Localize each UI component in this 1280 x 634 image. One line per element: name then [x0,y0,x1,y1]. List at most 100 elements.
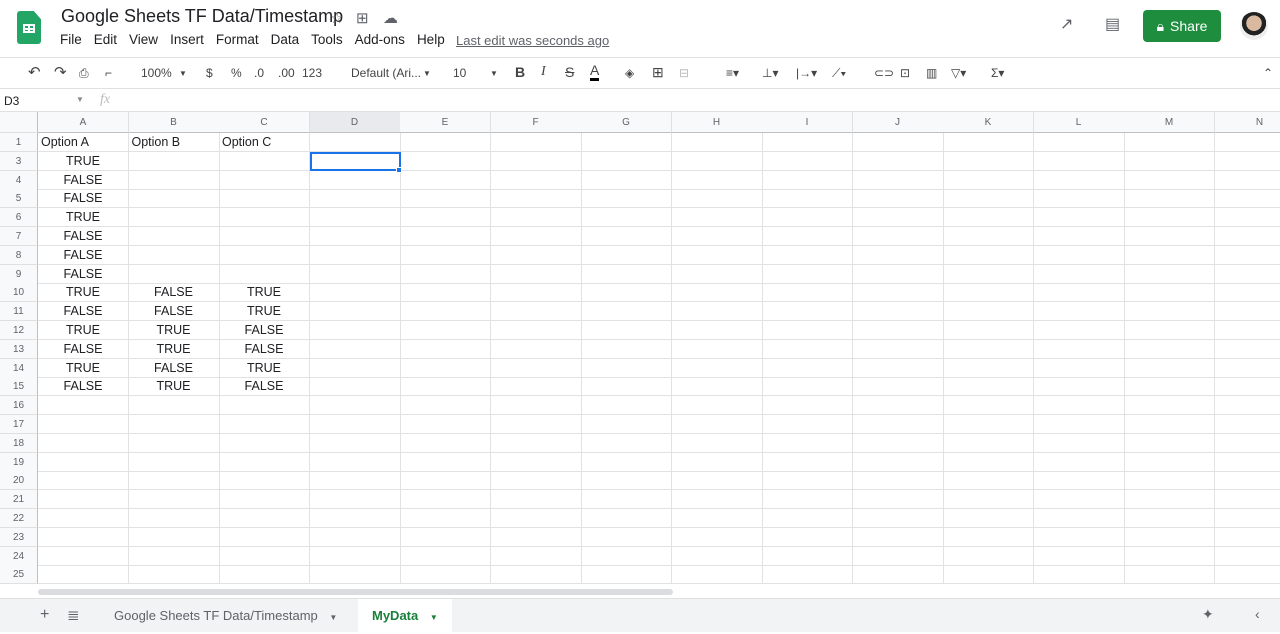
cell[interactable] [1124,490,1215,509]
cell[interactable] [1124,171,1215,190]
cell[interactable] [1034,434,1125,453]
cell[interactable] [129,565,220,584]
row-header[interactable]: 3 [0,152,38,171]
cell[interactable] [943,227,1034,246]
cell[interactable] [1124,359,1215,378]
horizontal-align-icon[interactable]: ≡▾ [726,66,739,80]
cell[interactable] [581,528,672,547]
cell[interactable] [491,208,582,227]
cell[interactable] [853,265,944,284]
cell[interactable] [1215,133,1280,152]
row-header[interactable]: 19 [0,453,38,472]
cell[interactable] [1215,377,1280,396]
cell[interactable] [1215,227,1280,246]
insert-chart-icon[interactable]: ▥ [926,66,937,80]
cell[interactable] [219,415,310,434]
cloud-status-icon[interactable]: ☁ [383,9,398,27]
menu-data[interactable]: Data [271,32,300,47]
chevron-down-icon[interactable]: ▼ [430,613,438,622]
side-panel-toggle-icon[interactable]: ‹ [1255,606,1260,622]
cell[interactable] [943,246,1034,265]
cell[interactable] [672,377,763,396]
cell[interactable]: FALSE [219,377,310,396]
cell[interactable]: FALSE [38,171,129,190]
cell[interactable]: TRUE [219,302,310,321]
cell[interactable] [1215,189,1280,208]
cell[interactable] [491,453,582,472]
cell[interactable] [581,434,672,453]
cell[interactable] [762,302,853,321]
row-header[interactable]: 15 [0,377,38,396]
cell[interactable] [400,415,491,434]
cell[interactable] [129,490,220,509]
cell[interactable] [400,377,491,396]
cell[interactable] [491,133,582,152]
cell[interactable] [853,565,944,584]
menu-tools[interactable]: Tools [311,32,343,47]
row-header[interactable]: 7 [0,227,38,246]
column-header-H[interactable]: H [672,112,763,133]
cell[interactable]: TRUE [219,283,310,302]
cell[interactable] [762,565,853,584]
cell[interactable] [853,528,944,547]
cell[interactable] [672,396,763,415]
cell[interactable] [762,227,853,246]
cell[interactable] [853,283,944,302]
cell[interactable] [1215,490,1280,509]
menu-format[interactable]: Format [216,32,259,47]
cell[interactable] [1124,434,1215,453]
cell[interactable] [129,509,220,528]
cell[interactable] [943,321,1034,340]
cell[interactable] [672,359,763,378]
cell[interactable] [129,434,220,453]
cell[interactable] [1124,321,1215,340]
row-header[interactable]: 14 [0,359,38,378]
cell[interactable] [1124,283,1215,302]
menu-add-ons[interactable]: Add-ons [355,32,405,47]
cell[interactable] [672,265,763,284]
column-header-F[interactable]: F [491,112,582,133]
all-sheets-icon[interactable]: ≣ [67,606,80,624]
cell[interactable] [310,227,401,246]
cell[interactable] [1034,340,1125,359]
cell[interactable]: FALSE [38,377,129,396]
row-header[interactable]: 21 [0,490,38,509]
cell[interactable] [581,471,672,490]
zoom-select[interactable]: 100% [141,66,172,80]
cell[interactable] [853,434,944,453]
cell[interactable] [129,396,220,415]
cell[interactable] [1034,152,1125,171]
cell[interactable] [581,377,672,396]
cell[interactable] [943,340,1034,359]
filter-icon[interactable]: ▽▾ [951,66,966,80]
cell[interactable] [672,528,763,547]
cell[interactable] [491,528,582,547]
cell[interactable]: TRUE [38,152,129,171]
document-title[interactable]: Google Sheets TF Data/Timestamp [61,6,343,27]
cell[interactable] [310,189,401,208]
cell[interactable] [1124,453,1215,472]
cell[interactable] [943,434,1034,453]
cell[interactable] [310,340,401,359]
cell[interactable] [672,434,763,453]
cell[interactable] [129,246,220,265]
decrease-decimal-button[interactable]: .0 [254,66,264,80]
cell[interactable] [491,171,582,190]
cell[interactable] [400,189,491,208]
cell[interactable] [762,208,853,227]
cell[interactable] [672,208,763,227]
cell[interactable]: Option B [129,133,220,152]
increase-decimal-button[interactable]: .00 [278,66,295,80]
cell[interactable] [400,246,491,265]
cell[interactable] [672,171,763,190]
cell[interactable] [853,302,944,321]
cell[interactable] [310,171,401,190]
menu-help[interactable]: Help [417,32,445,47]
name-box[interactable]: D3 [4,94,19,108]
cell[interactable] [310,509,401,528]
cell[interactable] [491,396,582,415]
cell[interactable] [1124,302,1215,321]
cell[interactable] [762,547,853,566]
chevron-down-icon[interactable]: ▼ [329,613,337,622]
cell[interactable] [1215,246,1280,265]
